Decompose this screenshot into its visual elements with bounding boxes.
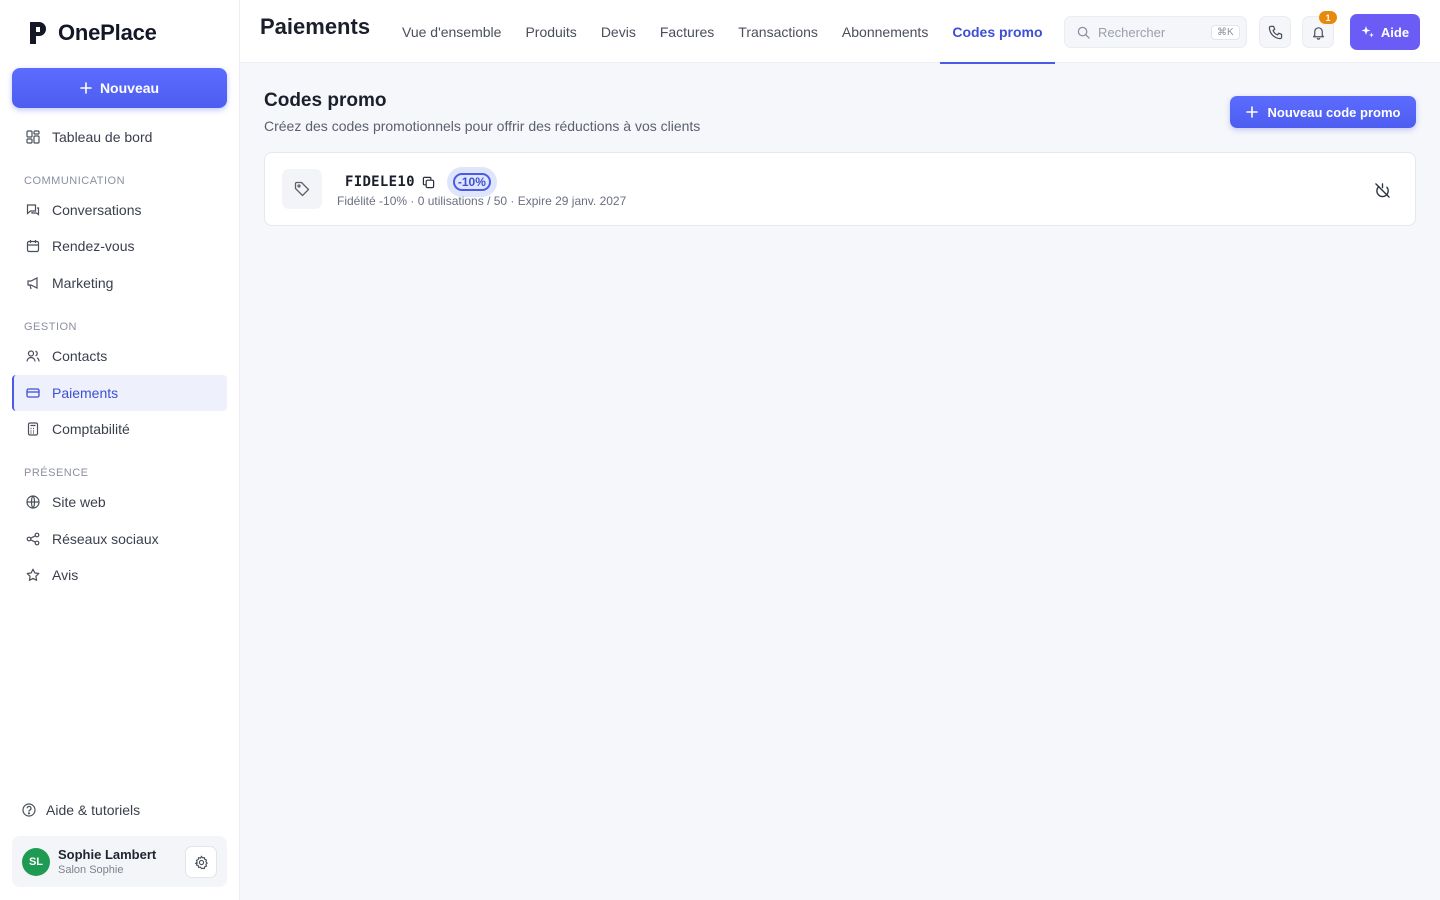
calculator-icon (27, 422, 39, 436)
help-tutorials-link[interactable]: Aide & tutoriels (22, 802, 140, 818)
credit-card-icon (26, 388, 40, 398)
sidebar-item-rendez-vous[interactable]: Rendez-vous (12, 228, 227, 264)
tab-vue-ensemble[interactable]: Vue d'ensemble (390, 0, 513, 63)
promo-code-card: FIDELE10 -10% Fidélité -10% · 0 utilisat… (264, 152, 1416, 226)
discount-value: -10% (452, 173, 491, 191)
gear-icon (194, 854, 208, 869)
sidebar-item-paiements[interactable]: Paiements (12, 375, 227, 411)
sidebar-item-conversations[interactable]: Conversations (12, 192, 227, 228)
copy-icon (423, 176, 435, 188)
section-label-presence: PRÉSENCE (24, 467, 89, 479)
notification-badge: 1 (1319, 11, 1337, 24)
tab-factures[interactable]: Factures (648, 0, 726, 63)
oneplace-logo-icon (30, 22, 46, 44)
user-card[interactable]: SL Sophie Lambert Salon Sophie (12, 836, 227, 887)
sidebar-item-label: Rendez-vous (52, 238, 135, 254)
tag-icon (294, 181, 310, 197)
tab-produits[interactable]: Produits (513, 0, 588, 63)
deactivate-code-button[interactable] (1371, 179, 1393, 201)
sidebar-item-label: Réseaux sociaux (52, 531, 159, 547)
tabs: Vue d'ensemble Produits Devis Factures T… (390, 0, 1055, 64)
page-title: Paiements (260, 14, 371, 39)
section-subtitle: Créez des codes promotionnels pour offri… (264, 118, 701, 134)
search-box[interactable]: ⌘K (1064, 16, 1247, 48)
search-input[interactable] (1098, 24, 1203, 40)
bell-icon (1312, 26, 1324, 40)
new-button[interactable]: Nouveau (12, 68, 227, 108)
help-link-label: Aide & tutoriels (46, 802, 141, 818)
section-label-gestion: GESTION (24, 321, 78, 333)
plus-icon (1245, 106, 1258, 118)
new-button-label: Nouveau (99, 80, 160, 96)
calendar-icon (26, 240, 40, 253)
avatar: SL (22, 847, 50, 876)
search-shortcut: ⌘K (1211, 24, 1240, 40)
sidebar-item-label: Tableau de bord (52, 129, 153, 145)
megaphone-icon (27, 277, 38, 290)
new-promo-code-button[interactable]: Nouveau code promo (1230, 96, 1416, 128)
sidebar-item-label: Marketing (52, 275, 114, 291)
star-icon (26, 568, 40, 581)
new-promo-code-label: Nouveau code promo (1267, 104, 1401, 120)
help-circle-icon (22, 803, 36, 817)
section-label-communication: COMMUNICATION (24, 175, 126, 187)
sidebar-item-label: Comptabilité (52, 421, 130, 437)
copy-code-button[interactable] (421, 174, 437, 190)
sidebar-item-reseaux-sociaux[interactable]: Réseaux sociaux (12, 521, 227, 557)
user-org: Salon Sophie (58, 864, 124, 876)
sidebar-item-site-web[interactable]: Site web (12, 484, 227, 520)
tab-codes-promo[interactable]: Codes promo (940, 0, 1055, 64)
chat-icon (26, 204, 40, 216)
power-off-icon (1374, 182, 1390, 198)
sidebar-item-comptabilite[interactable]: Comptabilité (12, 411, 227, 447)
sidebar-item-dashboard[interactable]: Tableau de bord (12, 119, 227, 155)
help-button-label: Aide (1380, 24, 1410, 40)
app-logo[interactable]: OnePlace (28, 20, 157, 46)
sidebar-item-label: Conversations (52, 202, 142, 218)
sidebar-item-label: Contacts (52, 348, 108, 364)
sidebar-item-label: Paiements (52, 385, 119, 401)
app-name: OnePlace (58, 20, 157, 45)
help-button[interactable]: Aide (1350, 14, 1420, 50)
phone-button[interactable] (1259, 16, 1291, 48)
phone-icon (1268, 25, 1282, 39)
tab-devis[interactable]: Devis (589, 0, 648, 63)
plus-icon (80, 82, 92, 94)
sidebar-item-marketing[interactable]: Marketing (12, 265, 227, 301)
top-header: Paiements Vue d'ensemble Produits Devis … (240, 0, 1440, 64)
user-name: Sophie Lambert (58, 847, 157, 862)
section-title: Codes promo (264, 90, 387, 111)
sidebar-item-contacts[interactable]: Contacts (12, 338, 227, 374)
search-icon (1077, 26, 1090, 39)
settings-button[interactable] (185, 846, 217, 878)
discount-badge: -10% (446, 167, 497, 197)
promo-code: FIDELE10 (345, 174, 415, 190)
tab-abonnements[interactable]: Abonnements (830, 0, 940, 63)
users-icon (26, 350, 40, 362)
sparkles-icon (1361, 26, 1374, 38)
sidebar: OnePlace Nouveau Tableau de bord COMMUNI… (0, 0, 240, 900)
tab-transactions[interactable]: Transactions (726, 0, 830, 63)
globe-icon (26, 495, 40, 509)
promo-code-meta: Fidélité -10% · 0 utilisations / 50 · Ex… (337, 194, 627, 208)
sidebar-item-label: Site web (52, 494, 106, 510)
sidebar-item-avis[interactable]: Avis (12, 557, 227, 593)
notifications-button[interactable]: 1 (1302, 11, 1337, 48)
sidebar-item-label: Avis (52, 567, 79, 583)
share-icon (26, 532, 40, 546)
tag-icon-container (282, 169, 322, 209)
dashboard-icon (26, 130, 40, 144)
